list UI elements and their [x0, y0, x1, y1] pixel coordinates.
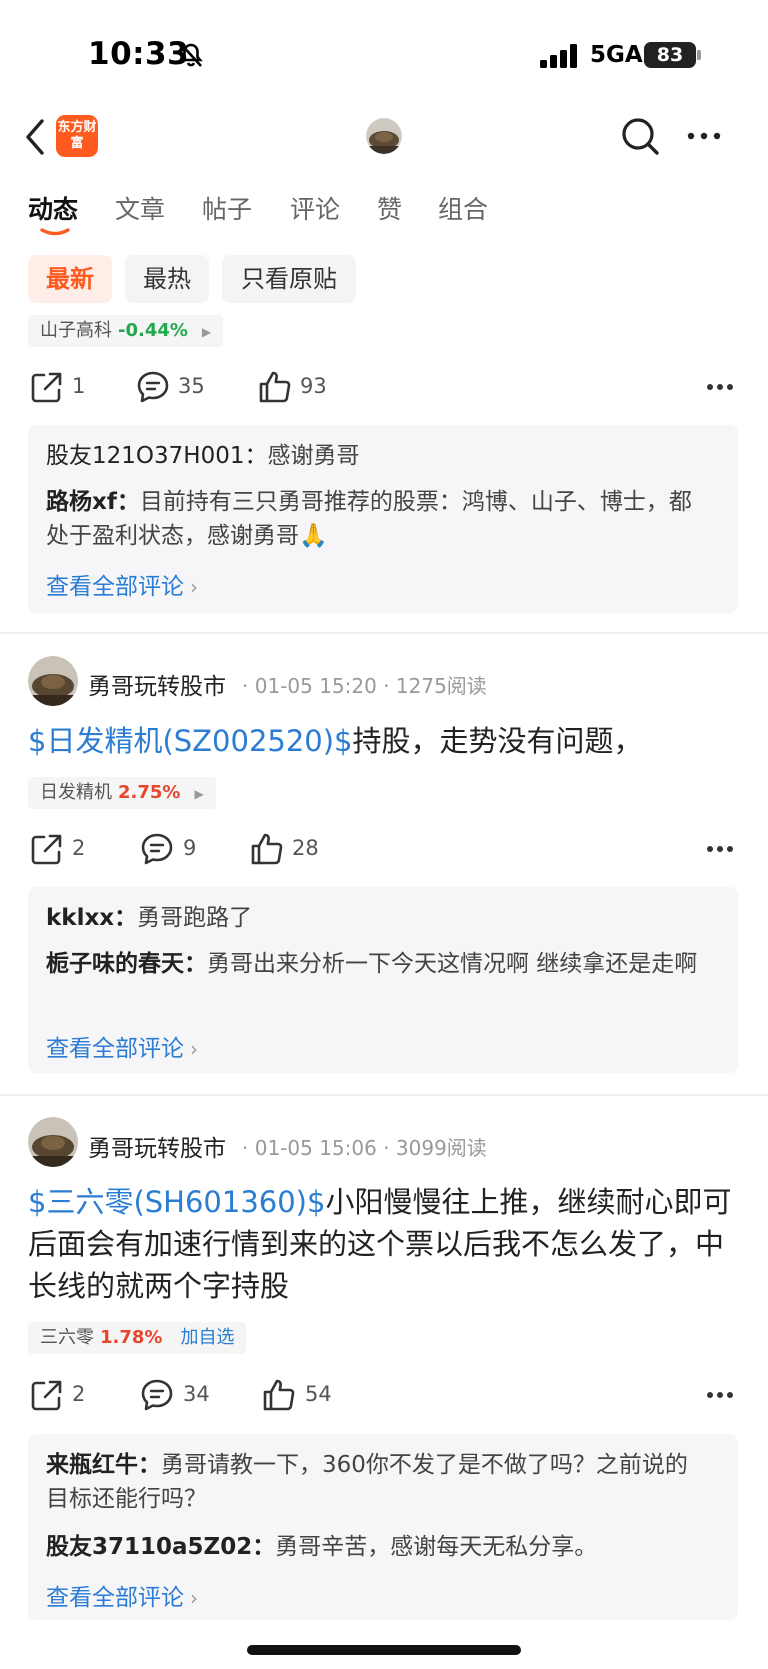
post-time: 01-05 15:20 [254, 674, 377, 698]
stock-change: -0.44% [118, 320, 188, 341]
stock-chip[interactable]: 三六零 1.78% 加自选 [28, 1322, 247, 1354]
battery-icon: 83 [644, 42, 696, 68]
tab-likes[interactable]: 赞 [377, 190, 402, 226]
like-count: 54 [305, 1382, 332, 1406]
chevron-right-icon: › [190, 1586, 198, 1610]
like-icon[interactable] [262, 1378, 296, 1412]
tab-comments[interactable]: 评论 [290, 190, 340, 226]
filter-original-only[interactable]: 只看原贴 [222, 255, 356, 303]
post-meta: · 01-05 15:20 · 1275阅读 [242, 674, 487, 698]
search-icon[interactable] [620, 116, 660, 156]
comment-preview-box: 来瓶红牛：勇哥请教一下，360你不发了是不做了吗？之前说的目标还能行吗？ 股友3… [28, 1434, 738, 1620]
comment-item[interactable]: 股友121O37H001：感谢勇哥 [46, 439, 708, 473]
like-icon[interactable] [250, 832, 284, 866]
bell-muted-icon [179, 43, 203, 67]
signal-icon [540, 44, 577, 68]
like-icon[interactable] [258, 370, 292, 404]
more-icon[interactable] [706, 845, 734, 853]
tab-dynamic[interactable]: 动态 [28, 190, 78, 226]
tab-portfolio[interactable]: 组合 [438, 190, 488, 226]
view-all-comments-link[interactable]: 查看全部评论 › [46, 567, 198, 601]
avatar[interactable] [28, 656, 78, 706]
comment-icon[interactable] [136, 370, 170, 404]
more-icon[interactable] [706, 1391, 734, 1399]
home-indicator[interactable] [247, 1645, 521, 1655]
chevron-right-icon: › [190, 1037, 198, 1061]
more-icon[interactable] [706, 383, 734, 391]
play-triangle-icon: ▶ [201, 325, 212, 339]
comment-icon[interactable] [140, 832, 174, 866]
view-all-comments-link[interactable]: 查看全部评论 › [46, 1029, 198, 1063]
post-meta: · 01-05 15:06 · 3099阅读 [242, 1136, 487, 1160]
comment-item[interactable]: 栀子味的春天：勇哥出来分析一下今天这情况啊 继续拿还是走啊 [46, 947, 708, 981]
network-type: 5GA [590, 42, 643, 68]
avatar[interactable] [366, 118, 402, 154]
app-logo: 东方财富 [56, 115, 98, 157]
stock-name: 三六零 [40, 1327, 94, 1348]
stock-change: 2.75% [118, 782, 181, 803]
comment-icon[interactable] [140, 1378, 174, 1412]
filter-latest[interactable]: 最新 [28, 255, 112, 303]
author-name[interactable]: 勇哥玩转股市 [88, 667, 226, 701]
stock-chip[interactable]: 日发精机 2.75% ▶ [28, 777, 216, 809]
comment-count: 9 [183, 836, 197, 860]
back-arrow-icon[interactable] [24, 118, 46, 156]
share-icon[interactable] [30, 370, 64, 404]
add-to-watchlist-button[interactable]: 加自选 [180, 1327, 234, 1348]
comment-item[interactable]: 来瓶红牛：勇哥请教一下，360你不发了是不做了吗？之前说的目标还能行吗？ [46, 1448, 708, 1516]
share-count: 2 [72, 836, 86, 860]
stock-tag-link[interactable]: $三六零(SH601360)$ [28, 1185, 325, 1219]
post-time: 01-05 15:06 [254, 1136, 377, 1160]
comment-item[interactable]: 股友37110a5Z02：勇哥辛苦，感谢每天无私分享。 [46, 1530, 708, 1564]
more-options-icon[interactable] [686, 130, 722, 142]
chevron-right-icon: › [190, 575, 198, 599]
comment-item[interactable]: 路杨xf：目前持有三只勇哥推荐的股票：鸿博、山子、博士，都处于盈利状态，感谢勇哥… [46, 485, 708, 553]
comment-preview-box: 股友121O37H001：感谢勇哥 路杨xf：目前持有三只勇哥推荐的股票：鸿博、… [28, 425, 738, 613]
divider [0, 1094, 768, 1096]
divider [0, 632, 768, 634]
tab-posts[interactable]: 帖子 [202, 190, 252, 226]
stock-name: 山子高科 [40, 320, 112, 341]
like-count: 93 [300, 374, 327, 398]
share-icon[interactable] [30, 1378, 64, 1412]
post-content[interactable]: $日发精机(SZ002520)$持股，走势没有问题， [28, 720, 740, 762]
like-count: 28 [292, 836, 319, 860]
tab-articles[interactable]: 文章 [115, 190, 165, 226]
tab-indicator [40, 228, 70, 236]
stock-tag-link[interactable]: $日发精机(SZ002520)$ [28, 724, 353, 758]
comment-item[interactable]: kklxx：勇哥跑路了 [46, 901, 708, 935]
comment-count: 34 [183, 1382, 210, 1406]
filter-hottest[interactable]: 最热 [125, 255, 209, 303]
avatar[interactable] [28, 1117, 78, 1167]
share-count: 2 [72, 1382, 86, 1406]
stock-chip[interactable]: 山子高科 -0.44% ▶ [28, 315, 224, 347]
read-count: 3099阅读 [395, 1136, 487, 1160]
stock-change: 1.78% [100, 1327, 163, 1348]
comment-count: 35 [178, 374, 205, 398]
read-count: 1275阅读 [395, 674, 487, 698]
play-triangle-icon: ▶ [194, 787, 204, 801]
status-time: 10:33 [88, 36, 190, 72]
battery-tip [697, 50, 701, 60]
author-name[interactable]: 勇哥玩转股市 [88, 1129, 226, 1163]
share-icon[interactable] [30, 832, 64, 866]
stock-name: 日发精机 [40, 782, 112, 803]
view-all-comments-link[interactable]: 查看全部评论 › [46, 1578, 198, 1612]
post-content[interactable]: $三六零(SH601360)$小阳慢慢往上推，继续耐心即可后面会有加速行情到来的… [28, 1181, 740, 1307]
share-count: 1 [72, 374, 86, 398]
comment-preview-box: kklxx：勇哥跑路了 栀子味的春天：勇哥出来分析一下今天这情况啊 继续拿还是走… [28, 887, 738, 1073]
